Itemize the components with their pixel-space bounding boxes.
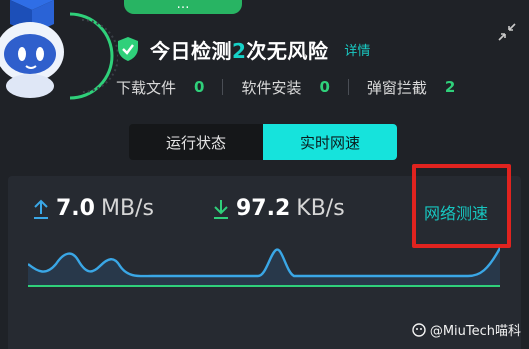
watermark-icon [412,322,426,337]
status-suffix: 次无风险 [246,38,329,63]
network-speed-test-link[interactable]: 网络测速 [424,200,488,224]
speed-graph [28,247,500,287]
stat-label: 弹窗拦截 [366,78,427,97]
stat-value: 2 [444,78,456,96]
divider [347,79,349,95]
watermark-text: @MiuTech喵科 [429,324,521,339]
status-count: 2 [232,38,247,63]
download-arrow-icon [214,199,228,219]
status-prefix: 今日检测 [150,38,232,63]
upload-arrow-icon [34,199,48,219]
stat-popups: 弹窗拦截 2 [367,77,455,98]
scan-ring [69,12,118,100]
download-speed: 97.2 KB/s [212,196,345,221]
details-link[interactable]: 详情 [344,40,370,59]
stats-row: 下载文件 0 软件安装 0 弹窗拦截 2 [116,76,516,98]
stat-value: 0 [319,78,330,96]
shield-check-icon [118,37,138,61]
stat-downloads: 下载文件 0 [116,77,204,98]
stat-label: 软件安装 [241,78,302,97]
download-unit: KB/s [296,196,345,221]
upload-speed: 7.0 MB/s [32,196,154,221]
tab-running-status[interactable]: 运行状态 [129,124,263,160]
stat-label: 下载文件 [116,78,177,97]
status-line: 今日检测2次无风险 详情 [116,33,370,65]
top-status-badge: … [124,0,242,14]
status-title: 今日检测2次无风险 [150,35,328,64]
watermark: @MiuTech喵科 [412,320,521,339]
download-value: 97.2 [236,196,291,221]
divider [222,79,224,95]
tab-bar: 运行状态 实时网速 [129,124,397,160]
tab-realtime-speed[interactable]: 实时网速 [263,124,397,160]
stat-installs: 软件安装 0 [241,77,329,98]
upload-value: 7.0 [56,196,95,221]
upload-unit: MB/s [100,196,154,221]
collapse-arrows-icon[interactable] [497,22,517,42]
stat-value: 0 [194,78,205,96]
